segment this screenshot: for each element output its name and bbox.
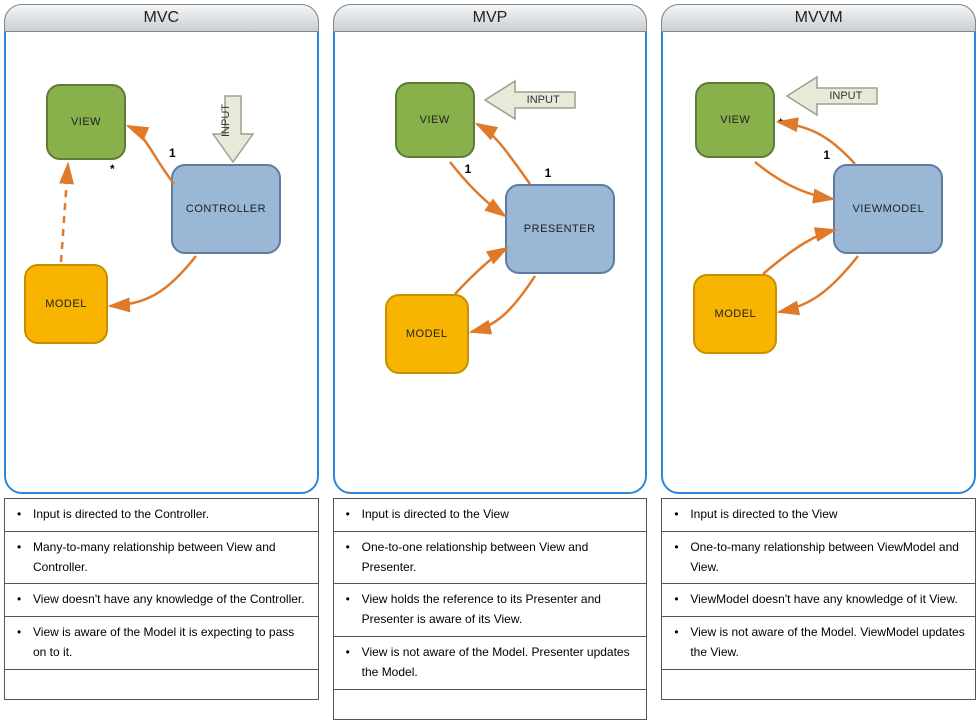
note-row: View is aware of the Model it is expecti… bbox=[5, 616, 318, 669]
cardinality-viewmodel: 1 bbox=[823, 148, 830, 162]
note-row: ViewModel doesn't have any knowledge of … bbox=[662, 583, 975, 616]
input-arrow-icon bbox=[210, 94, 256, 166]
input-label: INPUT bbox=[527, 94, 560, 106]
note-row: View doesn't have any knowledge of the C… bbox=[5, 583, 318, 616]
panel-mvc: MVC VIEW CONTROLLER MODEL * 1 INPUT bbox=[4, 4, 319, 494]
note-row: Input is directed to the View bbox=[334, 498, 647, 531]
diagram-mvc: VIEW CONTROLLER MODEL * 1 INPUT bbox=[6, 34, 317, 492]
node-model: MODEL bbox=[693, 274, 777, 354]
input-label: INPUT bbox=[829, 90, 862, 102]
notes-mvvm: Input is directed to the View One-to-man… bbox=[661, 498, 976, 700]
cardinality-view: 1 bbox=[465, 162, 472, 176]
panel-mvvm: MVVM VIEW VIEWMODEL MODEL * 1 INPUT bbox=[661, 4, 976, 494]
node-model: MODEL bbox=[24, 264, 108, 344]
node-view: VIEW bbox=[46, 84, 126, 160]
col-mvvm: MVVM VIEW VIEWMODEL MODEL * 1 INPUT bbox=[661, 4, 976, 720]
note-row-empty bbox=[662, 669, 975, 699]
node-controller: CONTROLLER bbox=[171, 164, 281, 254]
panel-title: MVC bbox=[4, 4, 319, 32]
note-row: Many-to-many relationship between View a… bbox=[5, 531, 318, 584]
notes-mvp: Input is directed to the View One-to-one… bbox=[333, 498, 648, 720]
note-row: One-to-many relationship between ViewMod… bbox=[662, 531, 975, 584]
note-row-empty bbox=[334, 689, 647, 719]
node-view: VIEW bbox=[395, 82, 475, 158]
cardinality-controller: 1 bbox=[169, 146, 176, 160]
note-row: View holds the reference to its Presente… bbox=[334, 583, 647, 636]
diagram-mvvm: VIEW VIEWMODEL MODEL * 1 INPUT bbox=[663, 34, 974, 492]
note-row: Input is directed to the View bbox=[662, 498, 975, 531]
node-presenter: PRESENTER bbox=[505, 184, 615, 274]
note-row: Input is directed to the Controller. bbox=[5, 498, 318, 531]
note-row: View is not aware of the Model. Presente… bbox=[334, 636, 647, 689]
note-row-empty bbox=[5, 669, 318, 699]
panel-title: MVVM bbox=[661, 4, 976, 32]
input-label: INPUT bbox=[220, 104, 232, 137]
columns: MVC VIEW CONTROLLER MODEL * 1 INPUT bbox=[4, 4, 976, 720]
col-mvp: MVP VIEW PRESENTER MODEL 1 1 INPUT bbox=[333, 4, 648, 720]
col-mvc: MVC VIEW CONTROLLER MODEL * 1 INPUT bbox=[4, 4, 319, 720]
cardinality-presenter: 1 bbox=[545, 166, 552, 180]
node-view: VIEW bbox=[695, 82, 775, 158]
diagram-mvp: VIEW PRESENTER MODEL 1 1 INPUT bbox=[335, 34, 646, 492]
node-model: MODEL bbox=[385, 294, 469, 374]
panel-mvp: MVP VIEW PRESENTER MODEL 1 1 INPUT bbox=[333, 4, 648, 494]
cardinality-view: * bbox=[110, 162, 115, 176]
notes-mvc: Input is directed to the Controller. Man… bbox=[4, 498, 319, 700]
panel-title: MVP bbox=[333, 4, 648, 32]
cardinality-view: * bbox=[778, 116, 783, 130]
node-viewmodel: VIEWMODEL bbox=[833, 164, 943, 254]
note-row: One-to-one relationship between View and… bbox=[334, 531, 647, 584]
note-row: View is not aware of the Model. ViewMode… bbox=[662, 616, 975, 669]
